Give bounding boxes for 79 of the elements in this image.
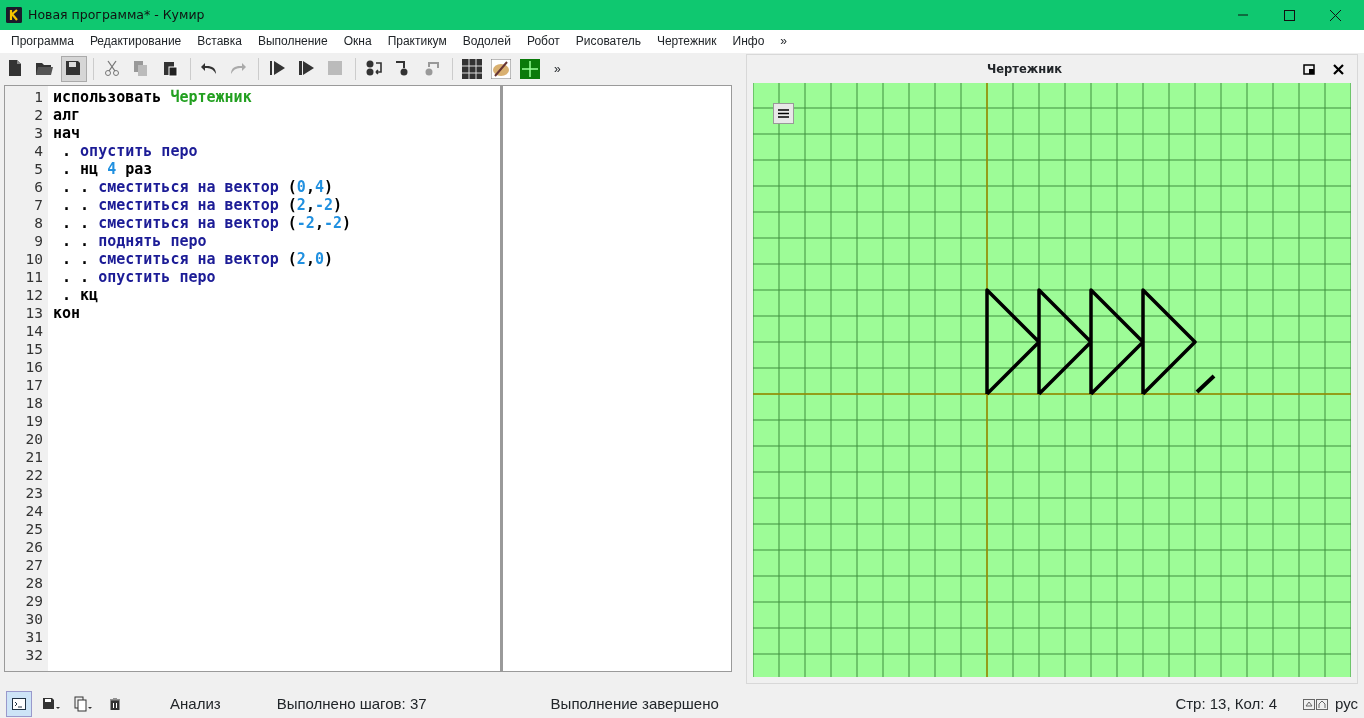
panel-title: Чертежник — [986, 61, 1062, 76]
line-number: 9 — [33, 232, 44, 250]
line-number: 27 — [24, 556, 44, 574]
terminal-icon[interactable] — [6, 691, 32, 717]
code-line: нач — [53, 124, 82, 142]
menu-item[interactable]: Редактирование — [81, 30, 190, 53]
menu-button[interactable] — [773, 103, 794, 124]
close-icon[interactable] — [1332, 63, 1344, 75]
line-number: 29 — [24, 592, 44, 610]
menu-item[interactable]: Окна — [335, 30, 380, 53]
line-number: 8 — [33, 214, 44, 232]
maximize-icon[interactable] — [1283, 9, 1295, 21]
line-number: 6 — [33, 178, 44, 196]
code-line: алг — [53, 106, 82, 124]
palette-icon[interactable] — [488, 56, 514, 82]
line-number: 7 — [33, 196, 44, 214]
language-indicator: рус — [1335, 693, 1358, 714]
code-line: использовать Чертежник — [53, 88, 253, 106]
code-line: . нц 4 раз — [61, 160, 154, 178]
code-line: . . сместиться на вектор (0,4) — [61, 178, 334, 196]
keyboard-layout-icon — [1303, 698, 1329, 710]
line-number: 20 — [24, 430, 44, 448]
line-number: 22 — [24, 466, 44, 484]
code-line: . . опустить перо — [61, 268, 217, 286]
menu-item[interactable]: » — [772, 30, 795, 53]
code-line: . кц — [61, 286, 100, 304]
app-logo-icon — [6, 7, 22, 23]
line-number: 19 — [24, 412, 44, 430]
line-number: 11 — [24, 268, 44, 286]
line-number: 10 — [24, 250, 44, 268]
menu-item[interactable]: Вставка — [189, 30, 250, 53]
line-number: 23 — [24, 484, 44, 502]
pen-icon — [1195, 374, 1216, 394]
line-number: 14 — [24, 322, 44, 340]
menu-item[interactable]: Выполнение — [249, 30, 336, 53]
menu-item[interactable]: Робот — [518, 30, 568, 53]
code-line: . . сместиться на вектор (2,-2) — [61, 196, 343, 214]
line-number: 18 — [24, 394, 44, 412]
save-icon[interactable] — [61, 56, 87, 82]
line-number: 24 — [24, 502, 44, 520]
menu-item[interactable]: Рисователь — [567, 30, 649, 53]
line-number: 15 — [24, 340, 44, 358]
menu-item[interactable]: Практикум — [379, 30, 455, 53]
status-message: Выполнение завершено — [550, 693, 719, 714]
line-number: 1 — [33, 88, 44, 106]
line-number: 3 — [33, 124, 44, 142]
line-number: 28 — [24, 574, 44, 592]
menu-item[interactable]: Программа — [3, 30, 82, 53]
line-number: 13 — [24, 304, 44, 322]
menu-icon[interactable] — [778, 109, 789, 118]
line-number: 26 — [24, 538, 44, 556]
drawer-icon[interactable] — [517, 56, 543, 82]
menu-item[interactable]: Чертежник — [648, 30, 725, 53]
line-number: 30 — [24, 610, 44, 628]
code-line: кон — [53, 304, 82, 322]
undock-icon[interactable] — [1303, 63, 1315, 75]
line-number: 4 — [33, 142, 44, 160]
steps-counter: Выполнено шагов: 37 — [276, 693, 427, 714]
toolbar-overflow-button[interactable]: » — [546, 57, 569, 81]
code-line: . . сместиться на вектор (2,0) — [61, 250, 334, 268]
code-line: . опустить перо — [61, 142, 199, 160]
line-number: 12 — [24, 286, 44, 304]
line-number: 32 — [24, 646, 44, 664]
window-title: Новая программа* - Кумир — [28, 5, 205, 24]
line-number: 5 — [33, 160, 44, 178]
line-number: 21 — [24, 448, 44, 466]
line-number: 17 — [24, 376, 44, 394]
menu-item[interactable]: Водолей — [454, 30, 519, 53]
code-line: . . поднять перо — [61, 232, 208, 250]
line-number: 2 — [33, 106, 44, 124]
line-number: 25 — [24, 520, 44, 538]
menu-item[interactable]: Инфо — [724, 30, 773, 53]
line-number: 16 — [24, 358, 44, 376]
code-line: . . сместиться на вектор (-2,-2) — [61, 214, 353, 232]
cursor-position: Стр: 13, Кол: 4 — [1175, 693, 1277, 714]
line-number: 31 — [24, 628, 44, 646]
close-icon[interactable] — [1329, 9, 1341, 21]
mode-label: Анализ — [170, 693, 221, 714]
grid-icon[interactable] — [459, 56, 485, 82]
